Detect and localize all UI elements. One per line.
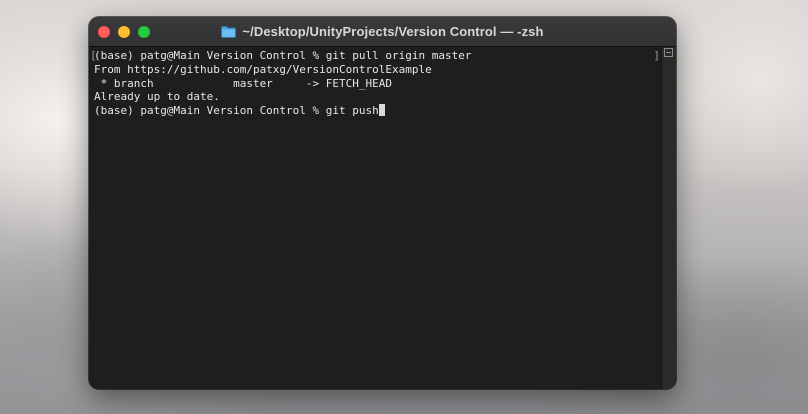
mark-bracket-right: ] bbox=[653, 49, 660, 62]
terminal-prompt-line[interactable]: (base) patg@Main Version Control % git p… bbox=[94, 104, 659, 118]
split-pane-icon[interactable] bbox=[664, 48, 673, 57]
mark-bracket-left: [ bbox=[90, 49, 97, 62]
terminal-content[interactable]: [ (base) patg@Main Version Control % git… bbox=[89, 47, 659, 389]
terminal-window: ~/Desktop/UnityProjects/Version Control … bbox=[89, 17, 676, 389]
terminal-line-text: (base) patg@Main Version Control % git p… bbox=[94, 49, 472, 62]
terminal-line: Already up to date. bbox=[94, 90, 659, 104]
terminal-line-text: From https://github.com/patxg/VersionCon… bbox=[94, 62, 432, 76]
window-title: ~/Desktop/UnityProjects/Version Control … bbox=[242, 24, 544, 39]
window-title-group: ~/Desktop/UnityProjects/Version Control … bbox=[89, 17, 676, 46]
text-cursor bbox=[378, 104, 386, 117]
terminal-line-text: (base) patg@Main Version Control % git p… bbox=[94, 104, 379, 118]
terminal-line: From https://github.com/patxg/VersionCon… bbox=[94, 63, 659, 77]
title-bar[interactable]: ~/Desktop/UnityProjects/Version Control … bbox=[89, 17, 676, 47]
terminal-line-text: * branch master -> FETCH_HEAD bbox=[94, 76, 393, 90]
terminal-line: (base) patg@Main Version Control % git p… bbox=[94, 49, 659, 63]
scrollbar[interactable] bbox=[661, 47, 676, 389]
terminal-line: * branch master -> FETCH_HEAD bbox=[94, 77, 659, 91]
scroll-track[interactable] bbox=[664, 61, 673, 385]
terminal-line-text: Already up to date. bbox=[94, 90, 220, 104]
folder-icon bbox=[221, 25, 237, 38]
